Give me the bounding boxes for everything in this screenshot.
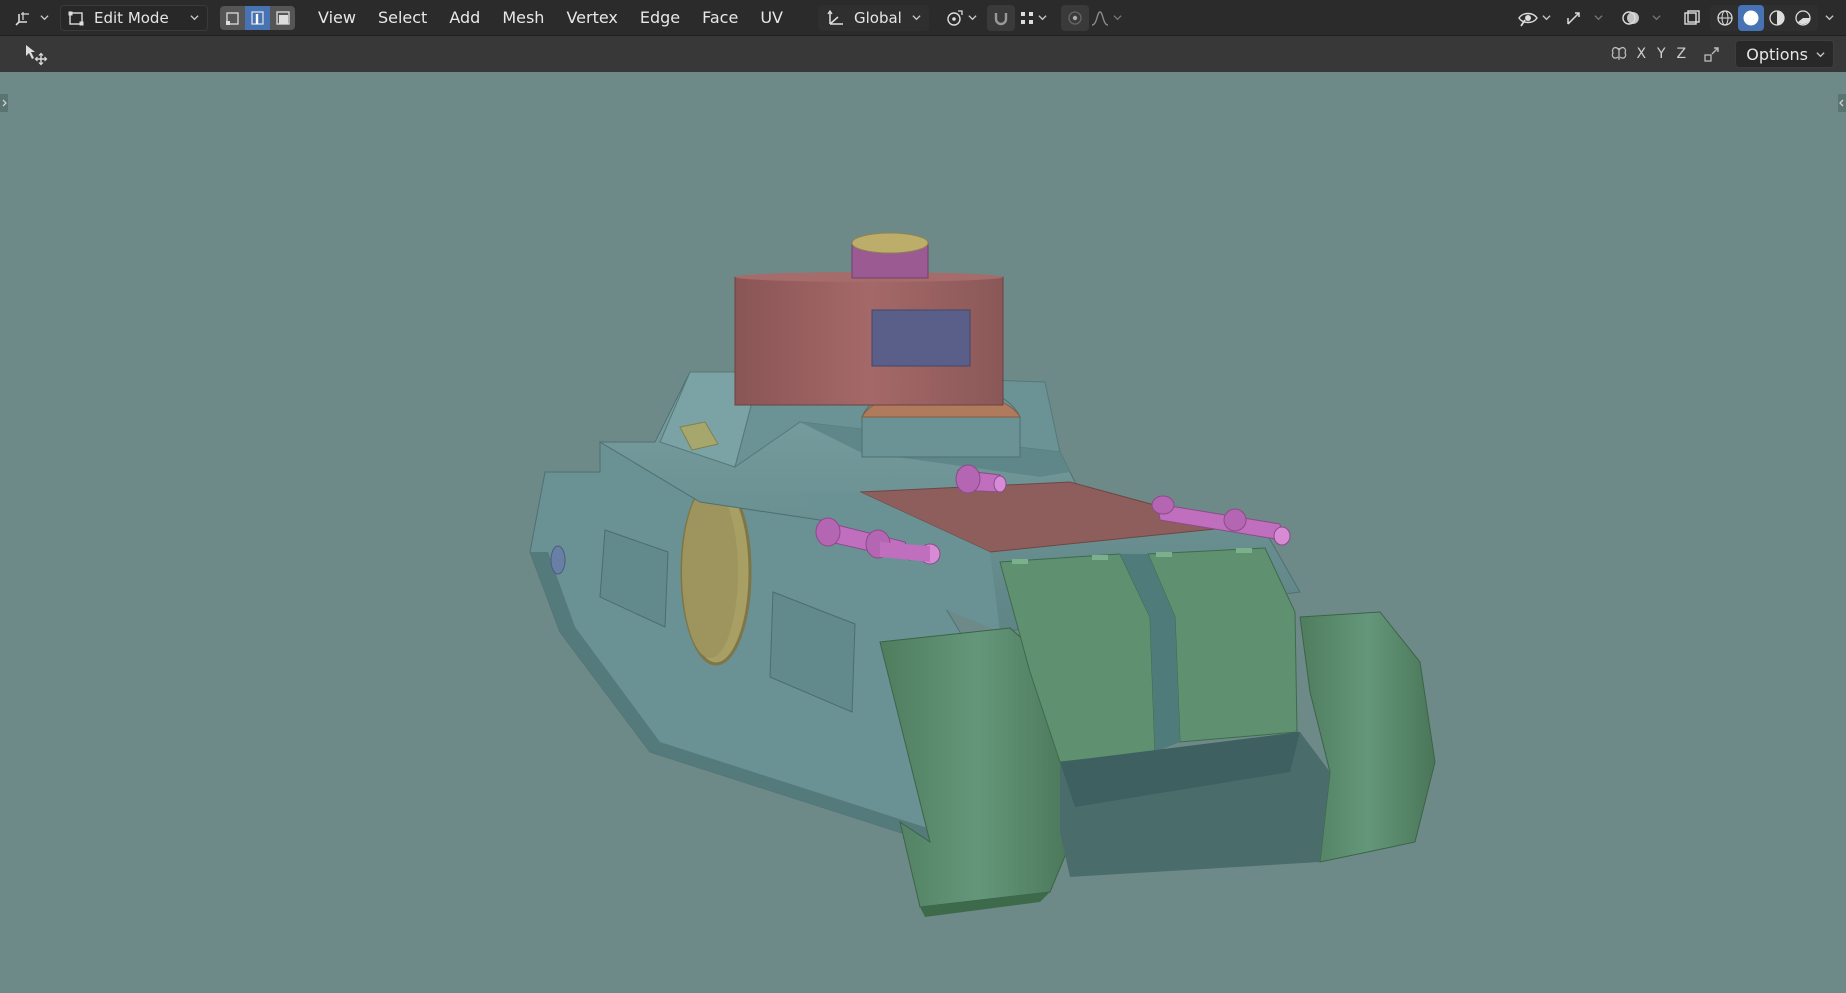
eye-icon [1518,12,1538,26]
chevron-down-icon [1038,15,1047,21]
menu-mesh[interactable]: Mesh [491,5,555,31]
face-select-button[interactable] [270,5,295,30]
menu-add[interactable]: Add [438,5,491,31]
chevron-down-icon [1816,51,1825,57]
face-select-icon [275,10,290,25]
chevron-down-icon [1113,15,1122,21]
chevron-down-icon [1652,15,1661,21]
chevron-down-icon [190,15,199,21]
proportional-editing-button[interactable] [1060,4,1089,31]
transform-tool-icon [26,45,48,66]
vertex-select-icon [225,11,239,25]
edit-mode-icon [68,11,84,25]
gizmo-dropdown[interactable] [1588,5,1606,31]
editor-type-button[interactable] [14,5,50,31]
shading-mode-group [1710,4,1818,31]
material-sphere-icon [1769,9,1785,26]
xray-toggle-button[interactable] [1678,5,1706,31]
xray-icon [1684,9,1700,25]
options-label: Options [1746,44,1808,64]
mode-select[interactable]: Edit Mode [60,4,208,31]
edge-select-button[interactable] [245,5,270,30]
shading-wireframe-button[interactable] [1712,5,1738,31]
mirror-z-button[interactable]: Z [1671,41,1691,67]
solid-sphere-icon [1743,10,1759,25]
overlays-toggle-button[interactable] [1616,5,1646,31]
transform-orientation-select[interactable]: Global [817,4,929,31]
falloff-button[interactable] [1089,5,1123,31]
snap-target-button[interactable] [1015,5,1051,31]
visibility-selectability-button[interactable] [1514,5,1554,31]
select-mode-group [220,5,295,30]
menu-uv[interactable]: UV [749,5,794,31]
menu-select[interactable]: Select [367,5,438,31]
gizmo-icon [1567,11,1580,25]
active-tool-button[interactable] [22,41,50,67]
pivot-point-icon [947,9,963,26]
pivot-point-button[interactable] [941,5,981,31]
turret-cupola [851,232,929,279]
menu-vertex[interactable]: Vertex [555,5,628,31]
mirror-butterfly-icon [1611,47,1627,60]
overlays-icon [1622,10,1639,25]
snap-increment-icon [1020,11,1033,24]
falloff-curve-icon [1091,10,1109,26]
chevron-down-icon [1825,15,1834,21]
shading-rendered-button[interactable] [1790,5,1816,31]
menu-edge[interactable]: Edge [629,5,691,31]
viewport-header: Edit Mode View Select Add Mesh Vertex Ed… [0,0,1846,36]
vertex-select-button[interactable] [220,5,245,30]
tank-model[interactable] [0,72,1846,993]
rendered-sphere-icon [1795,9,1811,26]
chevron-down-icon [968,15,977,21]
mirror-toggle-button[interactable] [1607,41,1631,67]
chevron-down-icon [1594,15,1603,21]
chevron-down-icon [40,15,49,21]
tool-settings-header: X Y Z Options [0,36,1846,72]
orientation-axes-icon [827,9,843,25]
wireframe-sphere-icon [1717,9,1733,26]
snap-toggle-button[interactable] [986,4,1015,31]
mirror-y-button[interactable]: Y [1651,41,1671,67]
header-menus: View Select Add Mesh Vertex Edge Face UV [307,0,794,35]
options-button[interactable]: Options [1735,40,1834,68]
gizmo-toggle-button[interactable] [1560,5,1588,31]
shading-dropdown[interactable] [1818,5,1838,31]
magnet-icon [994,12,1008,25]
editor-type-3d-viewport-icon [15,11,29,26]
edge-select-icon [250,10,264,25]
proportional-editing-icon [1068,10,1082,25]
3d-viewport[interactable] [0,72,1846,993]
transform-orientation-label: Global [853,8,902,27]
chevron-down-icon [1542,15,1551,21]
shading-material-button[interactable] [1764,5,1790,31]
menu-face[interactable]: Face [691,5,749,31]
mode-label: Edit Mode [94,8,169,27]
auto-merge-button[interactable] [1699,41,1725,67]
mirror-x-button[interactable]: X [1631,41,1651,67]
overlays-dropdown[interactable] [1646,5,1664,31]
menu-view[interactable]: View [307,5,367,31]
auto-merge-icon [1704,47,1719,62]
shading-solid-button[interactable] [1738,4,1764,31]
turret [734,272,1004,406]
chevron-down-icon [912,15,921,21]
